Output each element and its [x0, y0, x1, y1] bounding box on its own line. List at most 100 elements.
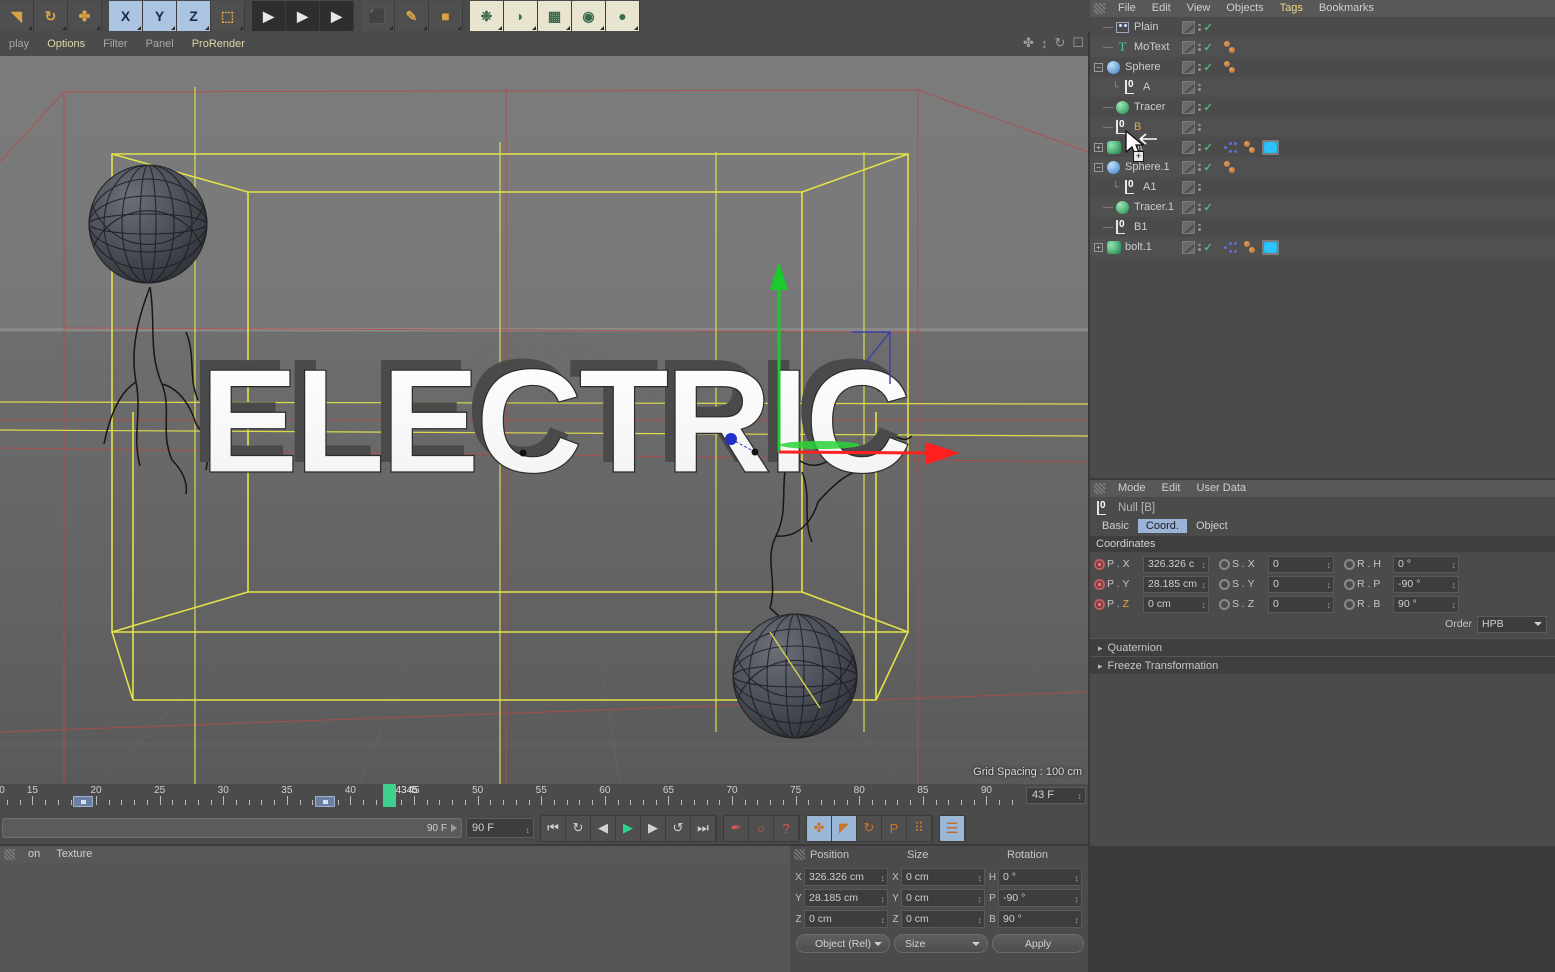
object-manager-menubar[interactable]: File Edit View Objects Tags Bookmarks [1090, 0, 1555, 17]
object-row[interactable]: — T MoText ✓ [1090, 37, 1555, 57]
display-toggle-icon[interactable] [1182, 40, 1195, 54]
animation-toolbar[interactable]: 90 F 90 F ↕ ⏮ ↻ ◀ ▶ ▶ ↺ ⏭ ✒ ○? ✤ ◤ ↻ P ⠿ ☰ [0, 812, 1088, 844]
position-field-Z[interactable]: 0 cm ↕ [804, 910, 888, 928]
expand-toggle-icon[interactable]: − [1094, 162, 1103, 172]
animation-range-slider[interactable]: 90 F [2, 818, 462, 838]
attrmenu-userdata[interactable]: User Data [1189, 480, 1255, 497]
object-visibility-cell[interactable] [1182, 217, 1214, 237]
goto-start-button[interactable]: ⏮ [541, 815, 566, 841]
object-visibility-cell[interactable] [1182, 117, 1214, 137]
position-x-field[interactable]: 326.326 c ↕ [1143, 555, 1209, 573]
camera-icon[interactable]: ◉ [572, 1, 606, 31]
object-tags[interactable] [1224, 37, 1238, 57]
object-tree-cell[interactable]: — Tracer [1090, 97, 1178, 117]
vpmenu-panel[interactable]: Panel [137, 32, 183, 56]
panel-grip-icon[interactable] [1094, 3, 1105, 14]
dropdown-corner-icon[interactable] [566, 26, 570, 30]
timeline-keyframe-marker[interactable] [315, 796, 335, 807]
spinner-icon[interactable]: ↕ [1327, 598, 1332, 613]
rotation-order-dropdown[interactable]: HPB [1477, 615, 1547, 633]
object-visibility-cell[interactable]: ✓ [1182, 37, 1214, 57]
timeline-window-button[interactable]: ☰ [940, 815, 965, 841]
object-row[interactable]: └ 0 A [1090, 77, 1555, 97]
move-tool-icon[interactable]: ✤ [68, 1, 102, 31]
goto-end-button[interactable]: ⏭ [691, 815, 716, 841]
display-toggle-icon[interactable] [1182, 140, 1195, 154]
object-row[interactable]: — Tracer.1 ✓ [1090, 197, 1555, 217]
viewport[interactable]: ELECTRIC ELECTRIC play Options Filter Pa… [0, 32, 1088, 784]
spinner-icon[interactable]: ↕ [1075, 912, 1080, 928]
spinner-icon[interactable]: ↕ [978, 912, 983, 928]
timeline-ruler[interactable]: 15 20 25 30 35 40 45 50 55 60 65 70 75 80 85 90 0 4345 43… [0, 784, 1088, 812]
dropdown-corner-icon[interactable] [348, 26, 352, 30]
axis-x-icon[interactable]: X [109, 1, 143, 31]
spinner-icon[interactable]: ↕ [1075, 891, 1080, 907]
enabled-check-icon[interactable]: ✓ [1204, 241, 1213, 254]
vpmenu-display[interactable]: play [0, 32, 38, 56]
viewport-nav-icons[interactable]: ✤ ↕ ↻ ☐ [1023, 35, 1084, 51]
display-toggle-icon[interactable] [1182, 220, 1195, 234]
environment-icon[interactable]: ◗ [504, 1, 538, 31]
dropdown-corner-icon[interactable] [280, 26, 284, 30]
end-frame-field[interactable]: 90 F ↕ [466, 818, 534, 838]
dropdown-corner-icon[interactable] [314, 26, 318, 30]
tag-bead-pair-icon[interactable] [1224, 160, 1238, 174]
timeline-playhead[interactable] [382, 784, 396, 807]
object-row[interactable]: —0 B [1090, 117, 1555, 137]
panel-grip-icon[interactable] [4, 849, 15, 860]
cube-primitive-icon[interactable]: ⬛ [361, 1, 395, 31]
attribute-tab-object[interactable]: Object [1187, 519, 1236, 533]
spinner-icon[interactable]: ↕ [1452, 578, 1457, 593]
spinner-icon[interactable]: ↕ [1202, 578, 1207, 593]
redo-rotate-icon[interactable]: ↻ [34, 1, 68, 31]
rotate-icon[interactable]: ↻ [1054, 35, 1065, 51]
rotation-p-radio[interactable] [1344, 578, 1355, 590]
fold-freeze-transformation[interactable]: Freeze Transformation [1090, 656, 1555, 674]
object-manager[interactable]: File Edit View Objects Tags Bookmarks — P… [1090, 0, 1555, 478]
object-visibility-cell[interactable]: ✓ [1182, 17, 1214, 37]
object-tags[interactable] [1224, 57, 1238, 77]
object-row[interactable]: + bolt.1 ✓ [1090, 237, 1555, 257]
object-visibility-cell[interactable] [1182, 77, 1214, 97]
rotation-h-radio[interactable] [1344, 558, 1355, 570]
dropdown-corner-icon[interactable] [62, 26, 66, 30]
dropdown-corner-icon[interactable] [423, 26, 427, 30]
attribute-tabs[interactable]: Basic Coord. Object [1094, 519, 1555, 533]
object-visibility-cell[interactable] [1182, 177, 1214, 197]
objmenu-file[interactable]: File [1110, 0, 1144, 17]
spinner-icon[interactable]: ↕ [1075, 870, 1080, 886]
range-arrow-icon[interactable] [451, 824, 457, 832]
floor-icon[interactable]: ▦ [538, 1, 572, 31]
visibility-dots-icon[interactable] [1198, 163, 1201, 171]
object-label[interactable]: Tracer.1 [1134, 201, 1174, 213]
visibility-dots-icon[interactable] [1198, 63, 1201, 71]
spinner-icon[interactable]: ↕ [1078, 789, 1083, 804]
object-label[interactable]: A [1143, 81, 1150, 93]
coordinates-manager[interactable]: Position Size Rotation X 326.326 cm ↕ X 0 cm… [790, 846, 1088, 972]
position-z-radio[interactable] [1094, 598, 1105, 610]
object-tags[interactable] [1224, 157, 1238, 177]
object-label[interactable]: B1 [1134, 221, 1147, 233]
object-row[interactable]: − Sphere ✓ [1090, 57, 1555, 77]
attribute-tab-coord[interactable]: Coord. [1137, 519, 1187, 533]
object-row[interactable]: — Tracer ✓ [1090, 97, 1555, 117]
vpmenu-prorender[interactable]: ProRender [183, 32, 254, 56]
object-label[interactable]: Plain [1134, 21, 1158, 33]
rotation-p-field[interactable]: -90 ° ↕ [1393, 575, 1459, 593]
dropdown-corner-icon[interactable] [205, 26, 209, 30]
prev-key-button[interactable]: ◀ [591, 815, 616, 841]
panel-grip-icon[interactable] [794, 849, 805, 860]
enabled-check-icon[interactable]: ✓ [1204, 201, 1213, 214]
dropdown-corner-icon[interactable] [457, 26, 461, 30]
expand-toggle-icon[interactable]: + [1094, 142, 1103, 152]
object-visibility-cell[interactable]: ✓ [1182, 197, 1214, 217]
enabled-check-icon[interactable]: ✓ [1204, 21, 1213, 34]
vpmenu-options[interactable]: Options [38, 32, 94, 56]
rotation-h-field[interactable]: 0 ° ↕ [1393, 555, 1459, 573]
position-y-field[interactable]: 28.185 cm ↕ [1143, 575, 1209, 593]
object-visibility-cell[interactable]: ✓ [1182, 237, 1214, 257]
render-view-icon[interactable]: ▶ [252, 1, 286, 31]
viewport-menubar[interactable]: play Options Filter Panel ProRender ✤ ↕ … [0, 32, 1088, 56]
light-icon[interactable]: ● [606, 1, 640, 31]
display-toggle-icon[interactable] [1182, 240, 1195, 254]
